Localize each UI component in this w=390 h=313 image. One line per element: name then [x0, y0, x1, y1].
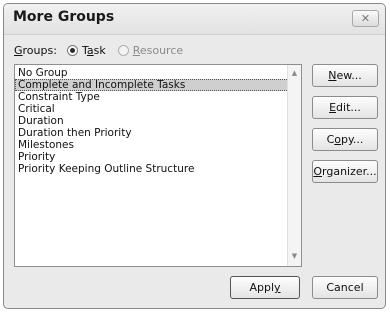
copy-button[interactable]: Copy... — [312, 128, 378, 151]
list-item[interactable]: Priority Keeping Outline Structure — [15, 163, 301, 175]
groups-listbox[interactable]: No Group Complete and Incomplete Tasks C… — [14, 64, 302, 267]
radio-task-option[interactable]: Task — [66, 43, 106, 57]
resource-radio[interactable] — [117, 44, 129, 56]
list-item[interactable]: No Group — [15, 67, 301, 79]
scroll-up-icon[interactable]: ▲ — [288, 67, 301, 79]
close-icon: ✕ — [360, 12, 371, 25]
cancel-button[interactable]: Cancel — [312, 276, 378, 299]
title-bar: More Groups ✕ — [4, 4, 385, 35]
organizer-button[interactable]: Organizer... — [312, 160, 378, 183]
groups-selector: Groups: Task Resource — [14, 41, 183, 59]
edit-button[interactable]: Edit... — [312, 96, 378, 119]
more-groups-dialog: More Groups ✕ Groups: Task Resource No G… — [3, 3, 386, 309]
list-item[interactable]: Critical — [15, 103, 301, 115]
close-button[interactable]: ✕ — [352, 10, 379, 27]
radio-resource-option[interactable]: Resource — [117, 43, 184, 57]
scroll-down-icon[interactable]: ▼ — [288, 250, 301, 262]
dialog-title: More Groups — [13, 9, 115, 25]
list-item[interactable]: Duration — [15, 115, 301, 127]
list-item[interactable]: Constraint Type — [15, 91, 301, 103]
list-item-selected[interactable]: Complete and Incomplete Tasks — [15, 79, 301, 91]
apply-button[interactable]: Apply — [230, 276, 300, 299]
task-radio[interactable] — [66, 44, 78, 56]
new-button[interactable]: New... — [312, 64, 378, 87]
list-scrollbar[interactable]: ▲ ▼ — [287, 65, 301, 266]
task-radio-label: Task — [81, 43, 106, 57]
groups-label: Groups: — [14, 43, 57, 57]
list-item[interactable]: Milestones — [15, 139, 301, 151]
list-item[interactable]: Duration then Priority — [15, 127, 301, 139]
list-item[interactable]: Priority — [15, 151, 301, 163]
resource-radio-label: Resource — [132, 43, 184, 57]
